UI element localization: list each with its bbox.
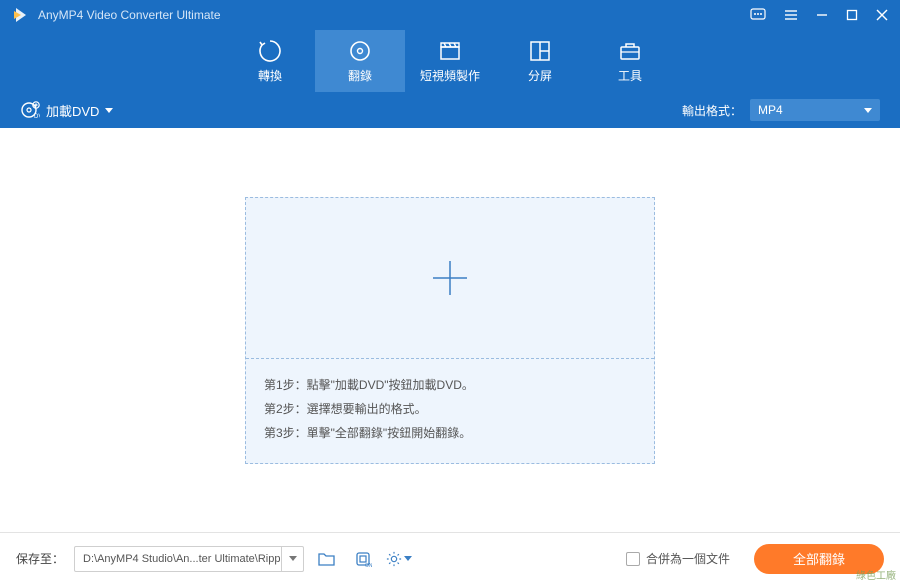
- merge-label: 合併為一個文件: [646, 550, 730, 567]
- app-title: AnyMP4 Video Converter Ultimate: [38, 8, 750, 22]
- save-to-label: 保存至：: [16, 550, 64, 567]
- footer: 保存至： D:\AnyMP4 Studio\An...ter Ultimate\…: [0, 532, 900, 584]
- toolbox-icon: [617, 39, 643, 63]
- svg-text:DVD: DVD: [34, 114, 40, 120]
- tab-collage[interactable]: 分屏: [495, 30, 585, 92]
- tab-collage-label: 分屏: [528, 67, 552, 84]
- step-2: 第2步：選擇想要輸出的格式。: [264, 397, 636, 421]
- tab-toolbox[interactable]: 工具: [585, 30, 675, 92]
- save-path-text: D:\AnyMP4 Studio\An...ter Ultimate\Rippe…: [75, 553, 281, 565]
- chevron-down-icon: [404, 556, 412, 561]
- checkbox-icon: [626, 552, 640, 566]
- app-logo-icon: [12, 6, 30, 24]
- tab-convert[interactable]: 轉換: [225, 30, 315, 92]
- window-controls: [750, 8, 888, 22]
- settings-button[interactable]: [386, 546, 412, 572]
- dropzone: 第1步：點擊"加載DVD"按鈕加載DVD。 第2步：選擇想要輸出的格式。 第3步…: [245, 197, 655, 464]
- step-1: 第1步：點擊"加載DVD"按鈕加載DVD。: [264, 373, 636, 397]
- subbar: DVD 加載DVD 輸出格式： MP4: [0, 92, 900, 128]
- titlebar: AnyMP4 Video Converter Ultimate: [0, 0, 900, 30]
- tab-mv[interactable]: 短視頻製作: [405, 30, 495, 92]
- open-folder-button[interactable]: [314, 546, 340, 572]
- chevron-down-icon: [105, 108, 113, 113]
- tab-mv-label: 短視頻製作: [420, 67, 480, 84]
- step-3: 第3步：單擊"全部翻錄"按鈕開始翻錄。: [264, 421, 636, 445]
- output-format-label: 輸出格式：: [682, 102, 742, 119]
- main-toolbar: 轉換 翻錄 短視頻製作 分屏 工具: [0, 30, 900, 92]
- plus-icon: [427, 255, 473, 301]
- close-icon[interactable]: [876, 9, 888, 21]
- load-dvd-label: 加載DVD: [46, 101, 99, 120]
- rip-all-label: 全部翻錄: [793, 549, 845, 568]
- tab-rip[interactable]: 翻錄: [315, 30, 405, 92]
- watermark: 綠色工廠: [856, 567, 896, 582]
- output-format-value: MP4: [758, 103, 783, 117]
- dropzone-steps: 第1步：點擊"加載DVD"按鈕加載DVD。 第2步：選擇想要輸出的格式。 第3步…: [246, 358, 654, 463]
- save-path-box[interactable]: D:\AnyMP4 Studio\An...ter Ultimate\Rippe…: [74, 546, 304, 572]
- maximize-icon[interactable]: [846, 9, 858, 21]
- tab-toolbox-label: 工具: [618, 67, 642, 84]
- minimize-icon[interactable]: [816, 9, 828, 21]
- load-dvd-button[interactable]: DVD 加載DVD: [20, 100, 113, 120]
- tab-rip-label: 翻錄: [348, 67, 372, 84]
- disc-icon: [348, 39, 372, 63]
- convert-icon: [257, 39, 283, 63]
- svg-text:ON: ON: [365, 563, 372, 568]
- hardware-accel-button[interactable]: ON: [350, 546, 376, 572]
- save-path-dropdown[interactable]: [281, 547, 303, 571]
- main-area: 第1步：點擊"加載DVD"按鈕加載DVD。 第2步：選擇想要輸出的格式。 第3步…: [0, 128, 900, 532]
- clapper-icon: [437, 39, 463, 63]
- menu-icon[interactable]: [784, 9, 798, 21]
- dropzone-plus-area[interactable]: [246, 198, 654, 358]
- tab-convert-label: 轉換: [258, 67, 282, 84]
- feedback-icon[interactable]: [750, 8, 766, 22]
- merge-checkbox[interactable]: 合併為一個文件: [626, 550, 730, 567]
- chevron-down-icon: [864, 108, 872, 113]
- collage-icon: [528, 39, 552, 63]
- output-format-select[interactable]: MP4: [750, 99, 880, 121]
- disc-plus-icon: DVD: [20, 100, 40, 120]
- chevron-down-icon: [289, 556, 297, 561]
